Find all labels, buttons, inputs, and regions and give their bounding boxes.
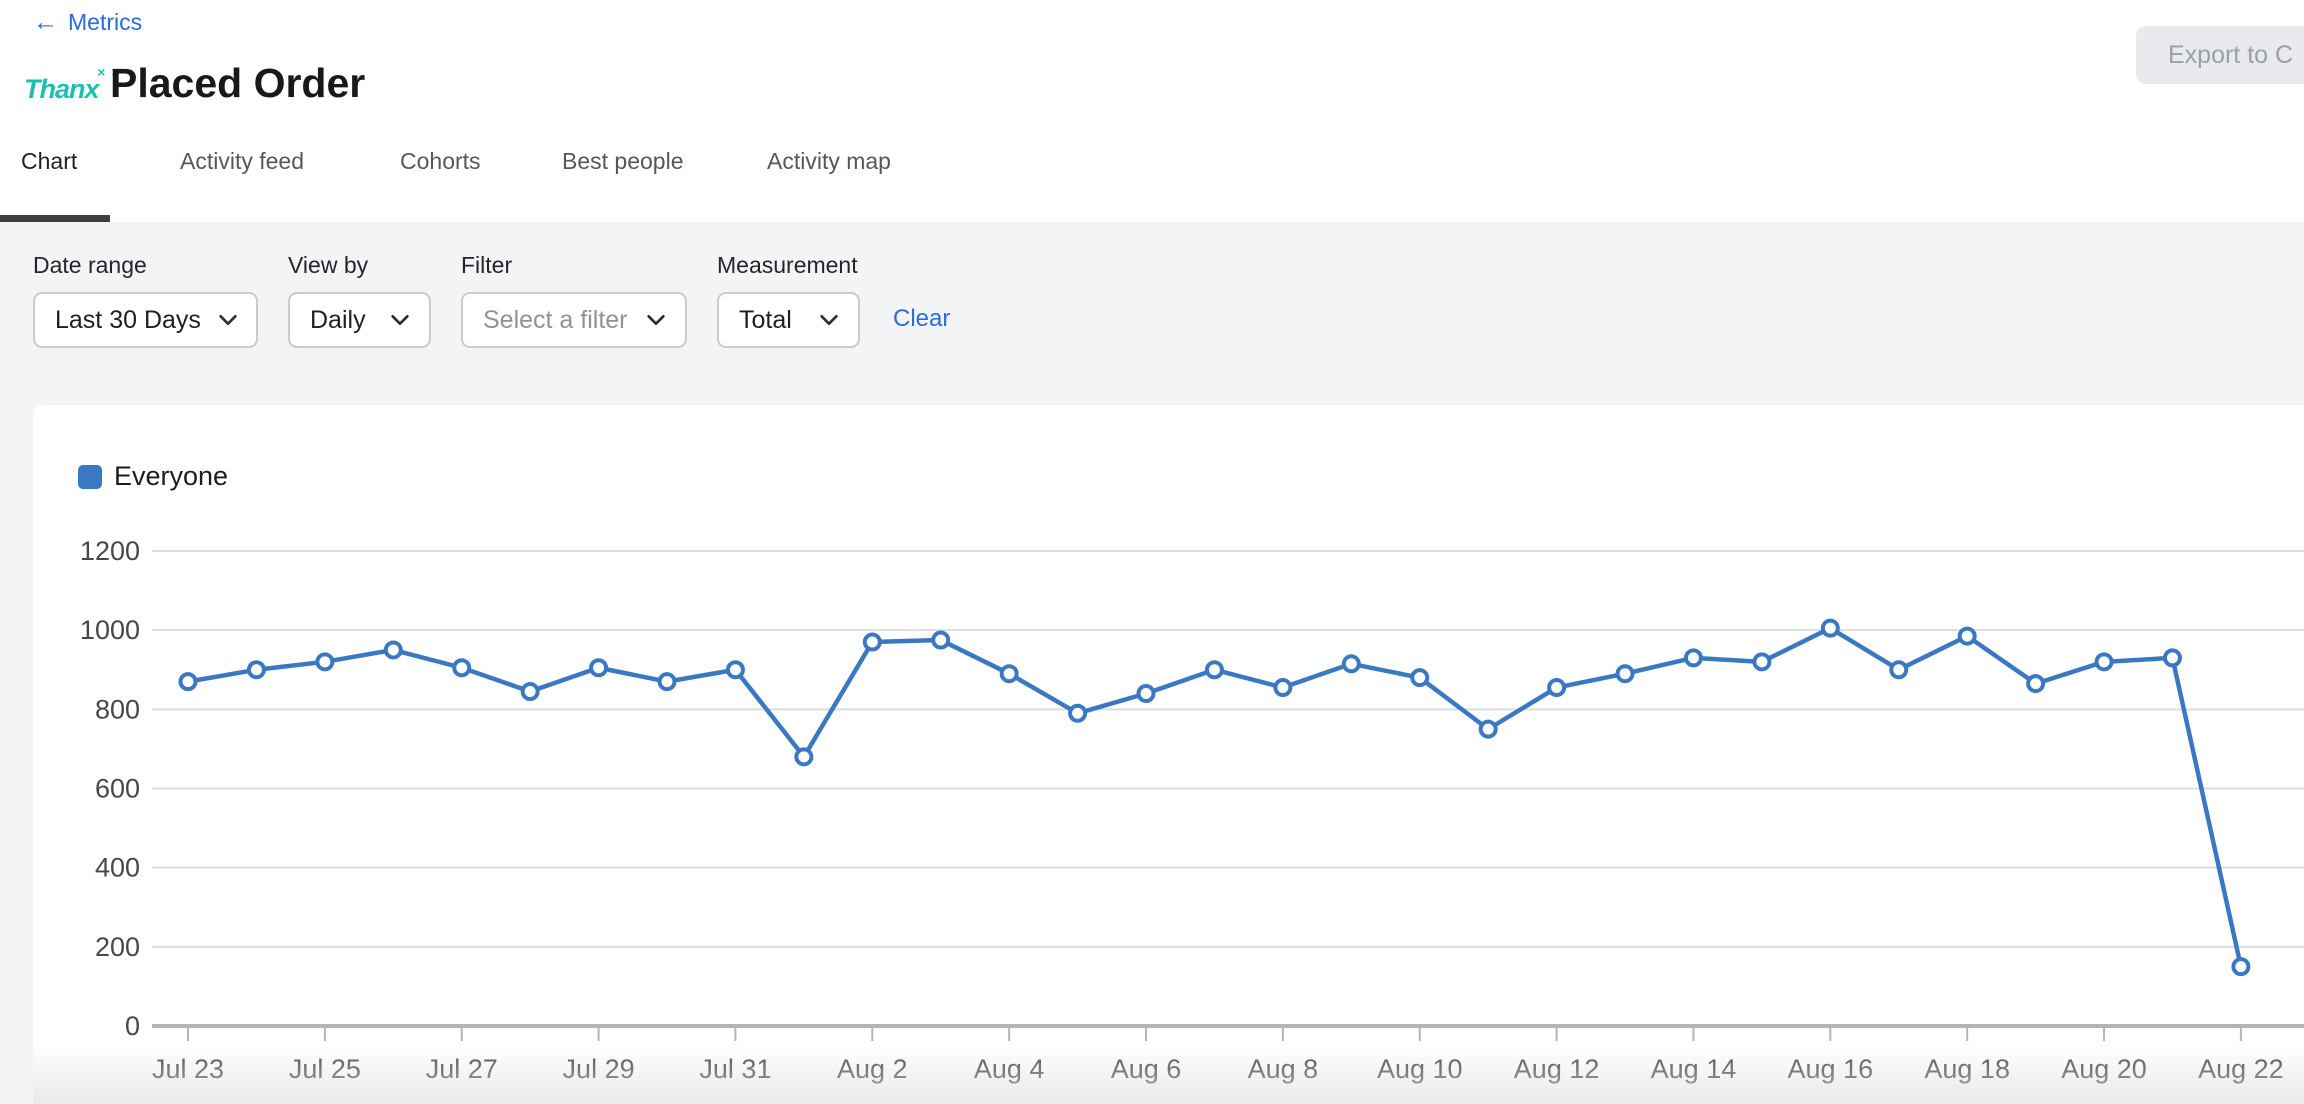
filter-select[interactable]: Select a filter	[461, 292, 687, 348]
tab-activity-map[interactable]: Activity map	[767, 148, 891, 175]
measurement-label: Measurement	[717, 252, 858, 279]
chart-legend: Everyone	[78, 461, 228, 492]
card-bottom-fade	[33, 1044, 2304, 1104]
view-by-value: Daily	[310, 306, 366, 335]
page-header: ← Metrics Thanx× × Placed Order Export to…	[0, 0, 2304, 222]
date-range-select[interactable]: Last 30 Days	[33, 292, 258, 348]
back-arrow-icon: ←	[33, 8, 58, 36]
page-title: Placed Order	[110, 60, 365, 107]
back-link-label: Metrics	[68, 9, 142, 35]
chevron-down-icon	[217, 309, 239, 331]
view-by-select[interactable]: Daily	[288, 292, 431, 348]
chart-card	[33, 405, 2304, 1104]
chevron-down-icon	[645, 309, 667, 331]
back-to-metrics-link[interactable]: ← Metrics	[33, 8, 142, 37]
thanx-logo: Thanx× ×	[24, 74, 99, 105]
tab-chart[interactable]: Chart	[21, 148, 77, 175]
legend-swatch	[78, 465, 102, 489]
measurement-select[interactable]: Total	[717, 292, 860, 348]
tab-cohorts[interactable]: Cohorts	[400, 148, 481, 175]
active-tab-indicator	[0, 215, 110, 222]
chevron-down-icon	[389, 309, 411, 331]
tab-best-people[interactable]: Best people	[562, 148, 683, 175]
date-range-label: Date range	[33, 252, 147, 279]
filter-label: Filter	[461, 252, 512, 279]
date-range-value: Last 30 Days	[55, 306, 201, 335]
clear-filters-link[interactable]: Clear	[893, 305, 950, 333]
filter-placeholder: Select a filter	[483, 306, 628, 335]
tab-activity-feed[interactable]: Activity feed	[180, 148, 304, 175]
legend-label: Everyone	[114, 461, 228, 492]
export-button[interactable]: Export to C	[2136, 26, 2304, 84]
view-by-label: View by	[288, 252, 368, 279]
chevron-down-icon	[818, 309, 840, 331]
measurement-value: Total	[739, 306, 792, 335]
